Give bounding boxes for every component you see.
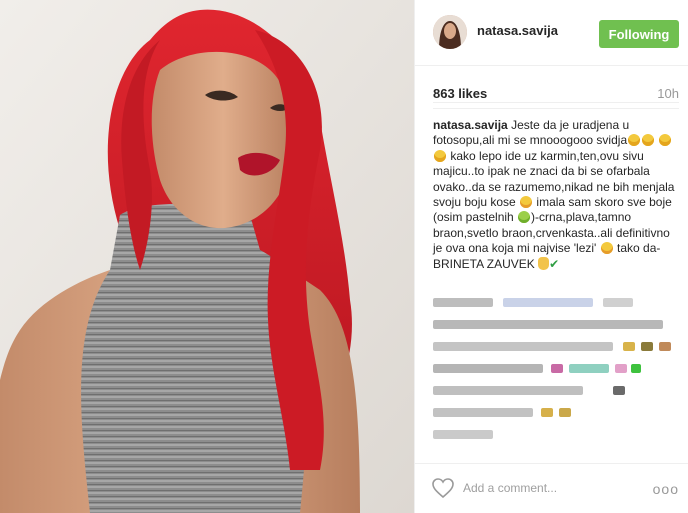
portrait-image	[0, 0, 414, 513]
pixelated-comment-line	[433, 402, 683, 424]
smiling-emoji-icon	[600, 242, 613, 255]
likes-row: 863 likes 10h	[433, 86, 679, 103]
pixelated-comment-line	[433, 380, 683, 402]
likes-count[interactable]: 863 likes	[433, 86, 487, 101]
pixelated-comment-line	[433, 314, 683, 336]
post-side-panel: natasa.savija Following 863 likes 10h na…	[414, 0, 688, 513]
avatar[interactable]	[433, 15, 467, 49]
post-caption: natasa.savija Jeste da je uradjena u fot…	[433, 118, 681, 272]
more-options-icon[interactable]: ooo	[653, 481, 679, 497]
grinning-emoji-icon	[434, 149, 446, 162]
post-time[interactable]: 10h	[657, 86, 679, 101]
laughing-emoji-icon	[518, 211, 531, 224]
divider	[433, 108, 679, 109]
grinning-emoji-icon	[642, 134, 655, 147]
pixelated-comment-line	[433, 292, 683, 314]
heart-outline-icon[interactable]	[431, 477, 455, 499]
post-header: natasa.savija Following	[415, 0, 688, 66]
post-photo[interactable]	[0, 0, 414, 513]
caption-username[interactable]: natasa.savija	[433, 118, 508, 132]
following-button[interactable]: Following	[599, 20, 679, 48]
username-link[interactable]: natasa.savija	[477, 23, 558, 38]
grinning-emoji-icon	[659, 134, 672, 147]
add-comment-input[interactable]	[463, 479, 623, 497]
check-mark-icon: ✔	[549, 256, 560, 271]
pixelated-comments	[433, 292, 683, 446]
smiling-emoji-icon	[520, 196, 533, 209]
pixelated-comment-line	[433, 358, 683, 380]
hand-emoji-icon	[538, 256, 550, 270]
grinning-emoji-icon	[628, 134, 641, 147]
pixelated-comment-line	[433, 336, 683, 358]
comment-footer: ooo	[415, 463, 688, 513]
pixelated-comment-line	[433, 424, 683, 446]
